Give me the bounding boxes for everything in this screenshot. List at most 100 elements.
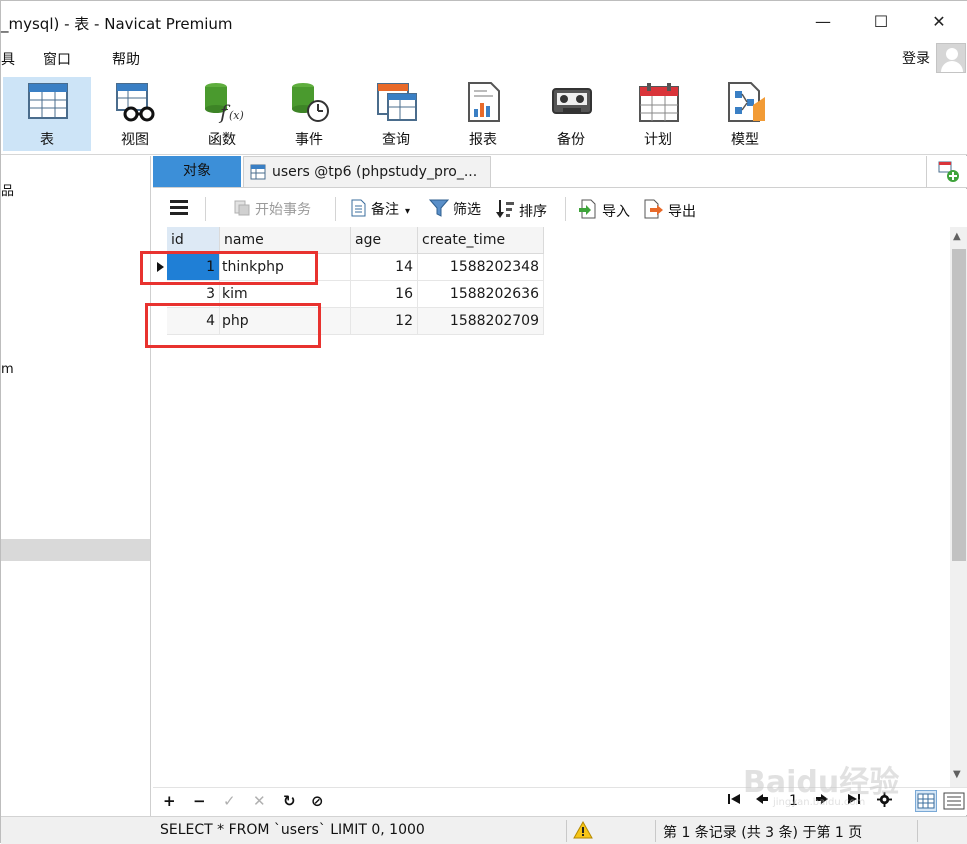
watermark-url: jingyan.baidu.com [773,797,866,808]
ribbon-query-button[interactable]: 查询 [352,77,440,151]
filter-label: 筛选 [453,202,481,218]
maximize-button[interactable]: ☐ [859,7,903,37]
first-page-button[interactable] [727,792,741,810]
minimize-button[interactable]: — [801,7,845,37]
table-toolbar: 开始事务 备注 ▾ 筛选 排序 导入 导出 [153,189,967,227]
tab-users-label: users @tp6 (phpstudy_pro_... [272,164,478,180]
connection-tree-panel: 品 m [1,156,151,816]
scroll-up-icon[interactable]: ▲ [953,231,961,242]
toolbar-menu-button[interactable] [169,197,189,221]
status-bar: SELECT * FROM `users` LIMIT 0, 1000 第 1 … [1,816,967,844]
sort-button[interactable]: 排序 [495,199,547,221]
ribbon-table-button[interactable]: 表 [3,77,91,151]
note-dropdown-icon[interactable]: ▾ [405,206,410,217]
cell-create-time[interactable]: 1588202636 [418,281,544,308]
status-separator [566,820,567,842]
add-tab-icon [938,161,959,182]
tree-item-fragment[interactable]: 品 [1,180,14,199]
highlight-box [145,303,321,348]
begin-transaction-button[interactable]: 开始事务 [233,199,311,219]
ribbon-backup-button[interactable]: 备份 [527,77,615,151]
table-tab-icon [250,164,266,180]
column-header-create-time[interactable]: create_time [418,227,544,254]
window-title: _mysql) - 表 - Navicat Premium [1,15,233,33]
sort-label: 排序 [519,204,547,220]
title-bar: _mysql) - 表 - Navicat Premium — ☐ ✕ [1,1,967,43]
ribbon-backup-label: 备份 [557,132,585,148]
cell-create-time[interactable]: 1588202348 [418,254,544,281]
backup-tape-icon [552,88,592,114]
ribbon-view-button[interactable]: 视图 [91,77,179,151]
cell-age[interactable]: 14 [351,254,418,281]
column-header-age[interactable]: age [351,227,418,254]
tree-item-fragment[interactable]: m [1,362,14,377]
first-page-icon [728,794,740,804]
function-icon: f (x) [205,83,244,123]
warning-icon[interactable] [573,820,593,843]
import-button[interactable]: 导入 [578,199,630,221]
view-glasses-icon [116,83,155,122]
ribbon-model-label: 模型 [731,132,759,148]
ribbon-report-button[interactable]: 报表 [439,77,527,151]
refresh-button[interactable]: ↻ [283,792,296,810]
note-button[interactable]: 备注 ▾ [349,199,410,219]
ribbon-schedule-button[interactable]: 计划 [614,77,702,151]
model-icon [728,82,765,122]
cell-age[interactable]: 16 [351,281,418,308]
import-label: 导入 [602,204,630,220]
query-icon [377,83,417,121]
new-tab-button[interactable] [926,156,967,187]
tab-objects[interactable]: 对象 [153,156,241,187]
transaction-icon [234,200,250,216]
toolbar-separator [565,197,566,221]
scrollbar-thumb[interactable] [952,249,966,561]
sql-statement: SELECT * FROM `users` LIMIT 0, 1000 [160,822,425,838]
hamburger-icon [170,200,188,215]
avatar-body [941,61,963,72]
ribbon-function-label: 函数 [208,132,236,148]
menu-bar: 具 窗口 帮助 登录 [1,43,967,75]
export-icon [644,199,663,219]
login-link[interactable]: 登录 [902,48,930,68]
status-separator [917,820,918,842]
status-separator [655,820,656,842]
begin-transaction-label: 开始事务 [255,202,311,218]
ribbon-view-label: 视图 [121,132,149,148]
table-icon [28,83,68,119]
ribbon-model-button[interactable]: 模型 [701,77,789,151]
data-grid: id name age create_time 1 thinkphp 14 15… [140,227,950,787]
ribbon-query-label: 查询 [382,132,410,148]
note-label: 备注 [371,202,399,218]
tab-users-table[interactable]: users @tp6 (phpstudy_pro_... [243,156,491,187]
vertical-scrollbar[interactable]: ▲ ▼ [950,227,967,787]
cell-create-time[interactable]: 1588202709 [418,308,544,335]
svg-text:(x): (x) [229,109,244,122]
event-clock-icon [292,83,329,122]
ribbon-function-button[interactable]: f (x) 函数 [178,77,266,151]
menu-window[interactable]: 窗口 [43,49,71,69]
close-button[interactable]: ✕ [917,7,961,37]
cell-age[interactable]: 12 [351,308,418,335]
stop-button[interactable]: ⊘ [311,792,324,810]
discard-changes-button[interactable]: ✕ [253,792,266,810]
filter-button[interactable]: 筛选 [429,199,481,219]
export-button[interactable]: 导出 [644,199,696,221]
form-view-button[interactable] [943,791,965,815]
ribbon-event-label: 事件 [295,132,323,148]
apply-changes-button[interactable]: ✓ [223,792,236,810]
import-icon [579,199,596,219]
note-icon [351,199,366,217]
tree-selected-row[interactable] [1,539,150,561]
add-record-button[interactable]: + [163,792,176,810]
filter-icon [429,199,449,217]
toolbar-separator [205,197,206,221]
column-header-name[interactable]: name [220,227,351,254]
menu-tools[interactable]: 具 [1,49,15,69]
avatar[interactable] [936,43,966,73]
ribbon-event-button[interactable]: 事件 [265,77,353,151]
menu-help[interactable]: 帮助 [112,49,140,69]
delete-record-button[interactable]: − [193,792,206,810]
column-header-id[interactable]: id [167,227,220,254]
scroll-down-icon[interactable]: ▼ [953,769,961,780]
main-ribbon: 表 视图 f (x) 函数 事件 查询 报表 备份 计划 模型 [1,75,967,155]
